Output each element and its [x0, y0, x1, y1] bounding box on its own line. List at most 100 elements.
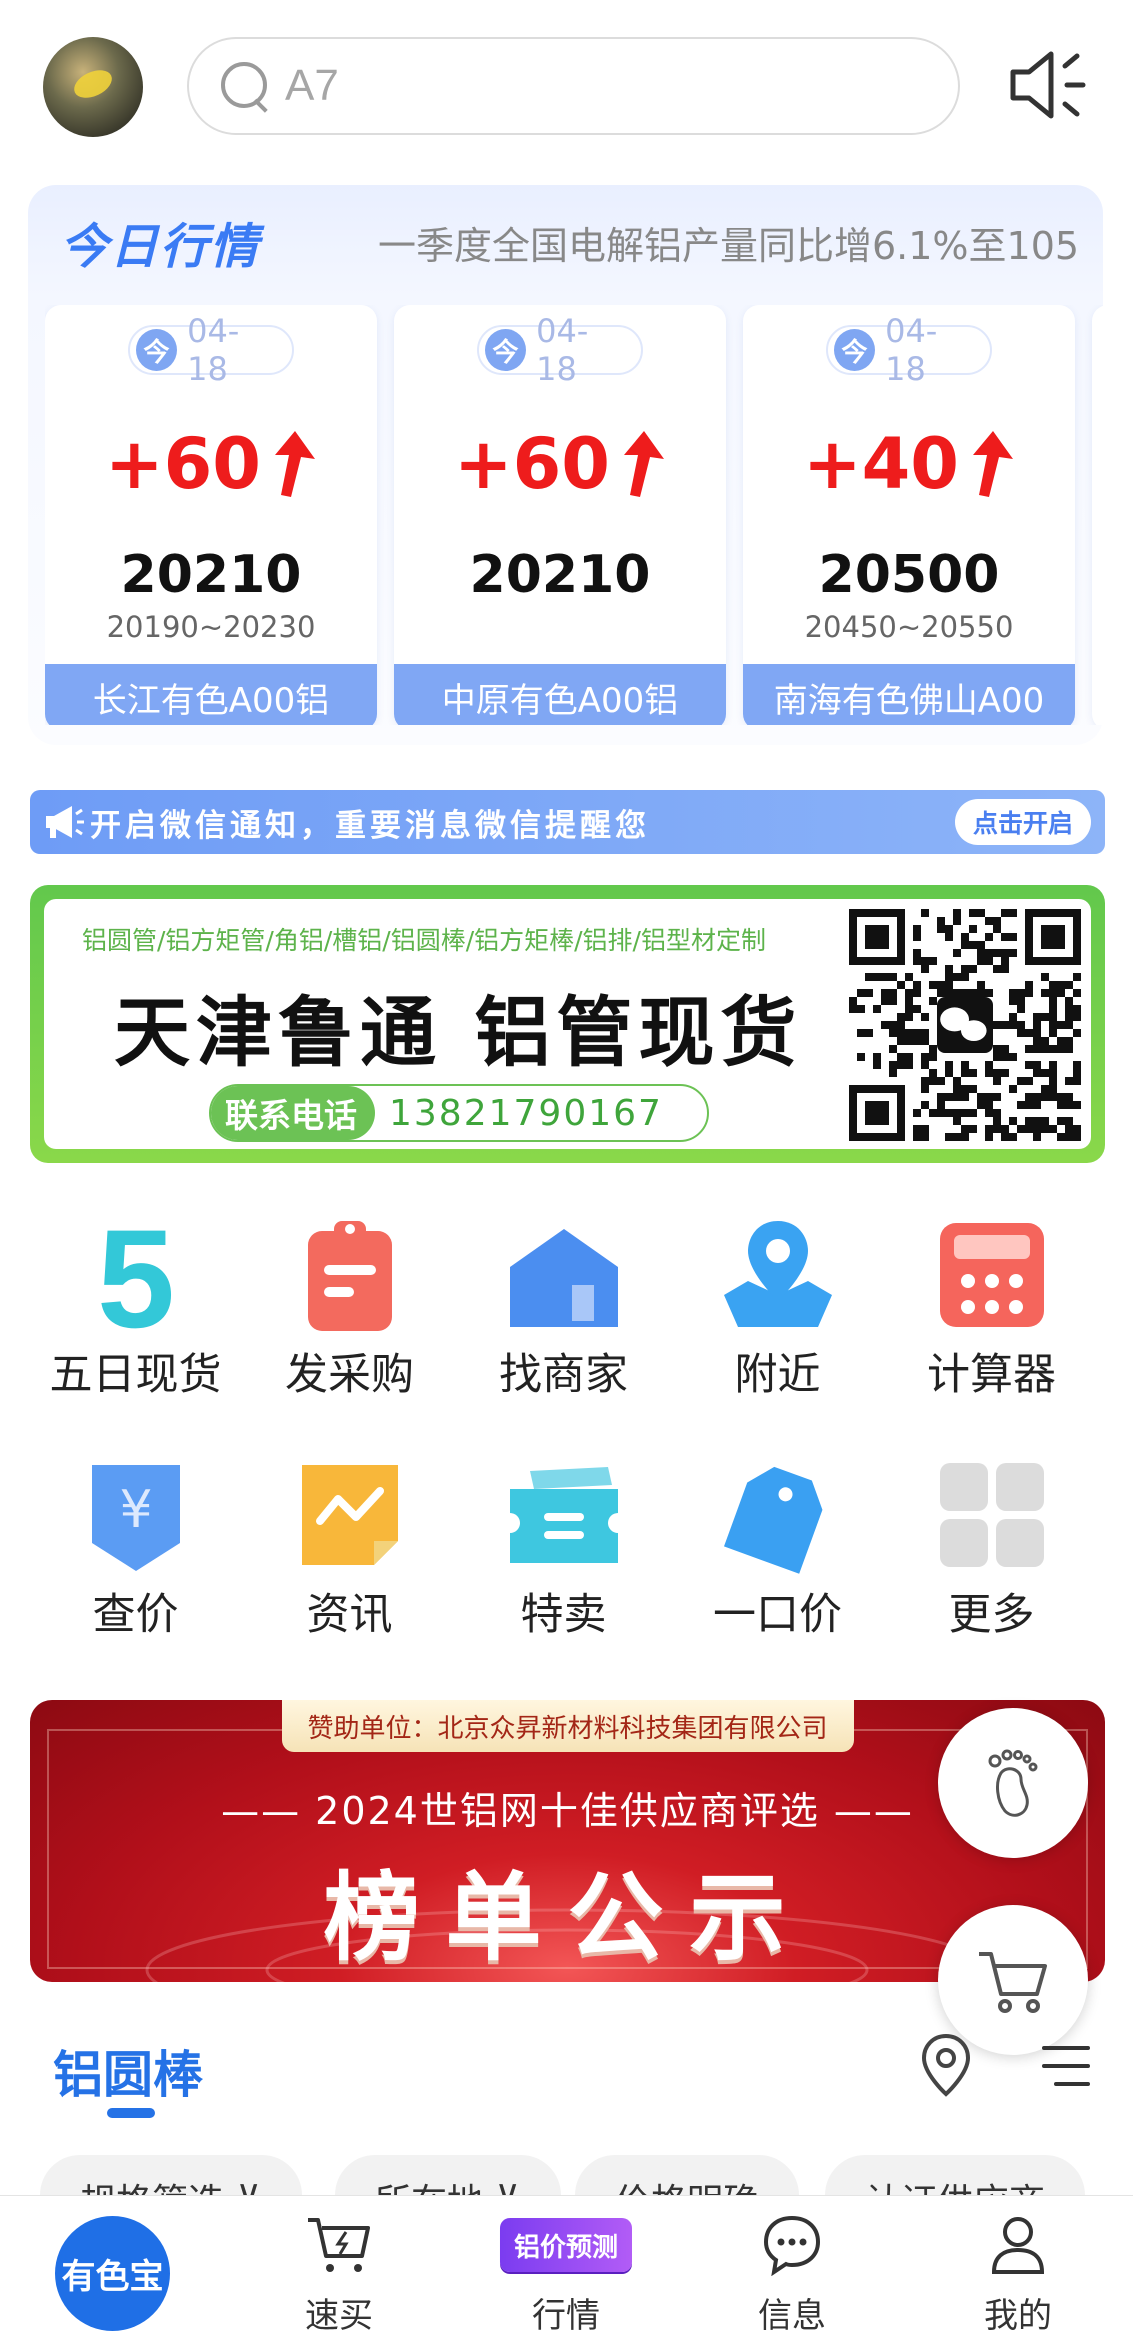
- megaphone-icon: [46, 806, 84, 838]
- enable-notice-button[interactable]: 点击开启: [954, 799, 1091, 845]
- top-bar: [0, 0, 1133, 175]
- date-badge: 今 04-18: [477, 312, 643, 388]
- menu-icon[interactable]: [1040, 2042, 1092, 2090]
- ad-phone: 联系电话 13821790167: [209, 1084, 709, 1142]
- footprint-icon: [988, 1749, 1038, 1817]
- nav-label: 我的: [984, 2296, 1052, 2336]
- wechat-notice-bar[interactable]: 开启微信通知，重要消息微信提醒您 点击开启: [30, 790, 1105, 854]
- news-chart-icon: [301, 1465, 398, 1565]
- grid-item-news[interactable]: 资讯: [242, 1455, 457, 1655]
- filter-chip-location[interactable]: 所在地 ∨: [335, 2155, 561, 2195]
- grid-item-check-price[interactable]: ¥ 查价: [28, 1455, 243, 1655]
- location-pin-icon[interactable]: [918, 2032, 974, 2098]
- filter-chip-label: 所在地: [375, 2173, 483, 2195]
- supplier-ad-banner[interactable]: 铝圆管/铝方矩管/角铝/槽铝/铝圆棒/铝方矩棒/铝排/铝型材定制 天津鲁通 铝管…: [30, 885, 1105, 1163]
- today-badge: 今: [834, 329, 876, 371]
- ad-phone-label: 联系电话: [211, 1086, 375, 1140]
- grid-label: 找商家: [499, 1350, 628, 1400]
- price-source-name: 长江有色A00铝: [45, 664, 377, 725]
- ad-subtitle: 铝圆管/铝方矩管/角铝/槽铝/铝圆棒/铝方矩棒/铝排/铝型材定制: [82, 926, 766, 955]
- up-arrow-icon: [624, 431, 665, 497]
- price-value: 20500: [818, 545, 1000, 605]
- nav-label: 速买: [305, 2296, 373, 2336]
- up-arrow-icon: [973, 431, 1014, 497]
- grid-label: 特卖: [520, 1590, 607, 1640]
- avatar[interactable]: [43, 37, 143, 137]
- clipboard-icon: [307, 1221, 392, 1331]
- footprint-button[interactable]: [938, 1708, 1088, 1858]
- grid-label: 发采购: [285, 1350, 414, 1400]
- price-range: 20190~20230: [106, 610, 316, 644]
- search-icon: [219, 60, 271, 112]
- ranking-banner[interactable]: 赞助单位：北京众昇新材料科技集团有限公司 —— 2024世铝网十佳供应商评选 —…: [30, 1700, 1105, 1982]
- filter-chips: 规格筛选 ∨ 所在地 ∨ 价格明确 认证供应商: [40, 2155, 1133, 2195]
- grid-more-icon: [939, 1463, 1044, 1567]
- nav-label: 信息: [758, 2296, 826, 2336]
- price-value: 20210: [120, 545, 302, 605]
- chat-icon: [763, 2215, 821, 2276]
- price-value: 20210: [469, 545, 651, 605]
- search-bar[interactable]: [187, 37, 960, 135]
- nav-label: 行情: [532, 2296, 600, 2336]
- grid-item-special-sale[interactable]: 特卖: [456, 1455, 671, 1655]
- price-forecast-badge: 铝价预测: [499, 2218, 633, 2272]
- market-panel: 今日行情 一季度全国电解铝产量同比增6.1%至105 今 04-18 +60 2…: [28, 185, 1103, 745]
- market-title[interactable]: 今日行情: [60, 207, 260, 277]
- filter-chip-certified[interactable]: 认证供应商: [825, 2155, 1086, 2195]
- svg-text:5: 5: [97, 1215, 175, 1335]
- price-date: 04-18: [885, 312, 938, 388]
- price-card-partial[interactable]: [1092, 305, 1103, 725]
- date-badge: 今 04-18: [826, 312, 992, 388]
- filter-chip-label: 规格筛选: [80, 2173, 224, 2195]
- svg-text:¥: ¥: [119, 1480, 152, 1540]
- chevron-down-icon: ∨: [224, 2173, 262, 2195]
- price-card[interactable]: 今 04-18 +60 20210 20190~20230 长江有色A00铝: [45, 305, 377, 725]
- price-change: +40: [743, 423, 1075, 505]
- market-ticker[interactable]: 一季度全国电解铝产量同比增6.1%至105: [378, 215, 1078, 270]
- search-input[interactable]: [285, 61, 885, 111]
- section-title[interactable]: 铝圆棒: [53, 2035, 203, 2107]
- ticket-icon: [509, 1467, 618, 1563]
- grid-item-find-merchant[interactable]: 找商家: [456, 1215, 671, 1415]
- grid-item-fixed-price[interactable]: 一口价: [670, 1455, 885, 1655]
- price-change-value: +60: [453, 423, 611, 505]
- map-pin-icon: [723, 1221, 832, 1327]
- five-icon: 5: [97, 1215, 175, 1335]
- nav-market[interactable]: 铝价预测 行情: [466, 2196, 666, 2337]
- grid-label: 更多: [948, 1590, 1035, 1640]
- ad-headline: 天津鲁通 铝管现货: [114, 988, 803, 1077]
- price-change: +60: [45, 423, 377, 505]
- price-change-value: +40: [802, 423, 960, 505]
- grid-item-five-day-spot[interactable]: 5 五日现货: [28, 1215, 243, 1415]
- speaker-icon[interactable]: [1005, 42, 1091, 128]
- calculator-icon: [939, 1223, 1044, 1327]
- nav-messages[interactable]: 信息: [692, 2196, 892, 2337]
- price-card[interactable]: 今 04-18 +60 20210 中原有色A00铝: [394, 305, 726, 725]
- grid-item-post-purchase[interactable]: 发采购: [242, 1215, 457, 1415]
- nav-profile[interactable]: 我的: [918, 2196, 1118, 2337]
- price-change: +60: [394, 423, 726, 505]
- grid-label: 查价: [92, 1590, 179, 1640]
- price-tag-icon: [723, 1466, 822, 1574]
- grid-label: 计算器: [927, 1350, 1056, 1400]
- filter-chip-price-clear[interactable]: 价格明确: [575, 2155, 800, 2195]
- user-icon: [991, 2217, 1045, 2274]
- grid-label: 五日现货: [49, 1350, 222, 1400]
- cart-icon: [979, 1952, 1047, 2013]
- home-button[interactable]: 有色宝: [55, 2216, 170, 2331]
- price-card[interactable]: 今 04-18 +40 20500 20450~20550 南海有色佛山A00: [743, 305, 1075, 725]
- filter-chip-label: 价格明确: [615, 2173, 759, 2195]
- date-badge: 今 04-18: [128, 312, 294, 388]
- price-source-name: 南海有色佛山A00: [743, 664, 1075, 725]
- grid-item-nearby[interactable]: 附近: [670, 1215, 885, 1415]
- ad-phone-number: 13821790167: [389, 1092, 663, 1134]
- nav-quick-buy[interactable]: 速买: [239, 2196, 439, 2337]
- ad-content: 铝圆管/铝方矩管/角铝/槽铝/铝圆棒/铝方矩棒/铝排/铝型材定制 天津鲁通 铝管…: [44, 899, 1091, 1149]
- bottom-nav: 有色宝 速买 铝价预测 行情 信息 我的: [0, 2195, 1133, 2337]
- filter-chip-spec[interactable]: 规格筛选 ∨: [40, 2155, 302, 2195]
- store-icon: [509, 1229, 618, 1327]
- chevron-down-icon: ∨: [483, 2173, 521, 2195]
- quick-cart-icon: [308, 2218, 370, 2272]
- grid-item-calculator[interactable]: 计算器: [884, 1215, 1099, 1415]
- grid-item-more[interactable]: 更多: [884, 1455, 1099, 1655]
